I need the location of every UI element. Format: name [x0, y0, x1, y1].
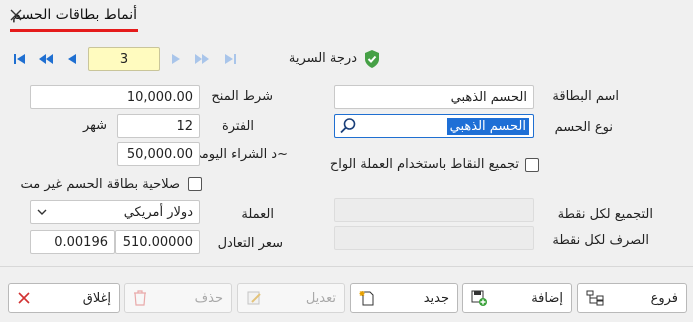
exchange-rate-label: سعر التعادل [217, 236, 283, 251]
window-title: أنماط بطاقات الحسم [12, 7, 137, 23]
previous-page-button[interactable] [36, 49, 56, 69]
discount-type-value: الحسم الذهبي [446, 117, 529, 135]
grant-condition-input[interactable]: 10,000.00 [30, 85, 200, 109]
security-grade-label: درجة السرية [288, 51, 357, 66]
double-left-icon [39, 54, 53, 64]
new-label: جديد [423, 290, 449, 306]
exchange-rate-value: 510.00000 [122, 234, 193, 250]
close-icon [18, 292, 30, 304]
next-record-button[interactable] [166, 49, 186, 69]
daily-purchase-value: 50,000.00 [126, 146, 193, 162]
period-unit-label: شهر [83, 118, 108, 133]
first-record-button[interactable] [10, 49, 30, 69]
card-name-label: اسم البطاقة [552, 89, 619, 104]
branches-button[interactable]: فروع [577, 283, 687, 313]
branches-label: فروع [650, 290, 678, 306]
footer-divider [0, 266, 693, 267]
validity-checkbox[interactable] [188, 177, 202, 191]
right-icon [172, 54, 180, 64]
page-number-input[interactable]: 3 [88, 47, 160, 71]
currency-select[interactable]: دولار أمريكي [30, 200, 200, 224]
edit-icon [247, 291, 261, 305]
add-label: إضافة [531, 290, 563, 306]
period-value: 12 [176, 118, 193, 134]
delete-label: حذف [194, 290, 223, 306]
spend-per-point-input[interactable] [334, 226, 534, 250]
discount-type-label: نوع الحسم [554, 120, 613, 135]
close-button[interactable]: إغلاق [8, 283, 120, 313]
new-document-icon [359, 291, 374, 306]
collect-per-point-input[interactable] [334, 198, 534, 222]
edit-label: تعديل [305, 290, 336, 306]
exchange-rate-inverse-input[interactable]: 0.00196 [30, 230, 115, 254]
last-icon [225, 54, 236, 64]
close-window-button[interactable] [6, 5, 26, 25]
next-page-button[interactable] [192, 49, 212, 69]
spend-per-point-label: الصرف لكل نقطة [552, 233, 649, 248]
exchange-rate-input[interactable]: 510.00000 [115, 230, 200, 254]
left-icon [68, 54, 76, 64]
discount-type-lookup[interactable]: الحسم الذهبي [334, 114, 534, 138]
double-right-icon [195, 54, 209, 64]
edit-button[interactable]: تعديل [237, 283, 345, 313]
grant-condition-label: شرط المنح [211, 89, 273, 104]
last-record-button[interactable] [220, 49, 240, 69]
daily-purchase-label: ~د الشراء اليومي [190, 147, 288, 162]
period-label: الفترة [221, 119, 254, 134]
card-name-input[interactable]: الحسم الذهبي [334, 85, 534, 109]
currency-label: العملة [241, 207, 274, 222]
delete-button[interactable]: حذف [124, 283, 232, 313]
hierarchy-icon [586, 290, 604, 306]
shield-icon [363, 49, 381, 69]
period-input[interactable]: 12 [117, 114, 200, 138]
add-record-icon [471, 290, 487, 306]
close-icon [10, 9, 22, 21]
add-button[interactable]: إضافة [462, 283, 572, 313]
page-number-value: 3 [119, 51, 129, 67]
validity-label: صلاحية بطاقة الحسم غير مت [20, 177, 180, 192]
collect-per-point-label: التجميع لكل نقطة [557, 207, 653, 222]
title-underline [10, 29, 138, 32]
previous-record-button[interactable] [62, 49, 82, 69]
trash-icon [134, 290, 146, 306]
exchange-rate-inverse-value: 0.00196 [54, 234, 108, 250]
first-icon [14, 54, 25, 64]
daily-purchase-input[interactable]: 50,000.00 [117, 142, 200, 166]
collect-points-checkbox[interactable] [525, 158, 539, 172]
currency-value: دولار أمريكي [123, 204, 193, 220]
chevron-down-icon [37, 209, 47, 215]
new-button[interactable]: جديد [350, 283, 458, 313]
collect-points-label: تجميع النقاط باستخدام العملة الواح [329, 157, 519, 172]
grant-condition-value: 10,000.00 [126, 89, 193, 105]
card-name-value: الحسم الذهبي [450, 89, 527, 105]
search-icon[interactable] [339, 117, 357, 135]
close-label: إغلاق [82, 290, 111, 306]
